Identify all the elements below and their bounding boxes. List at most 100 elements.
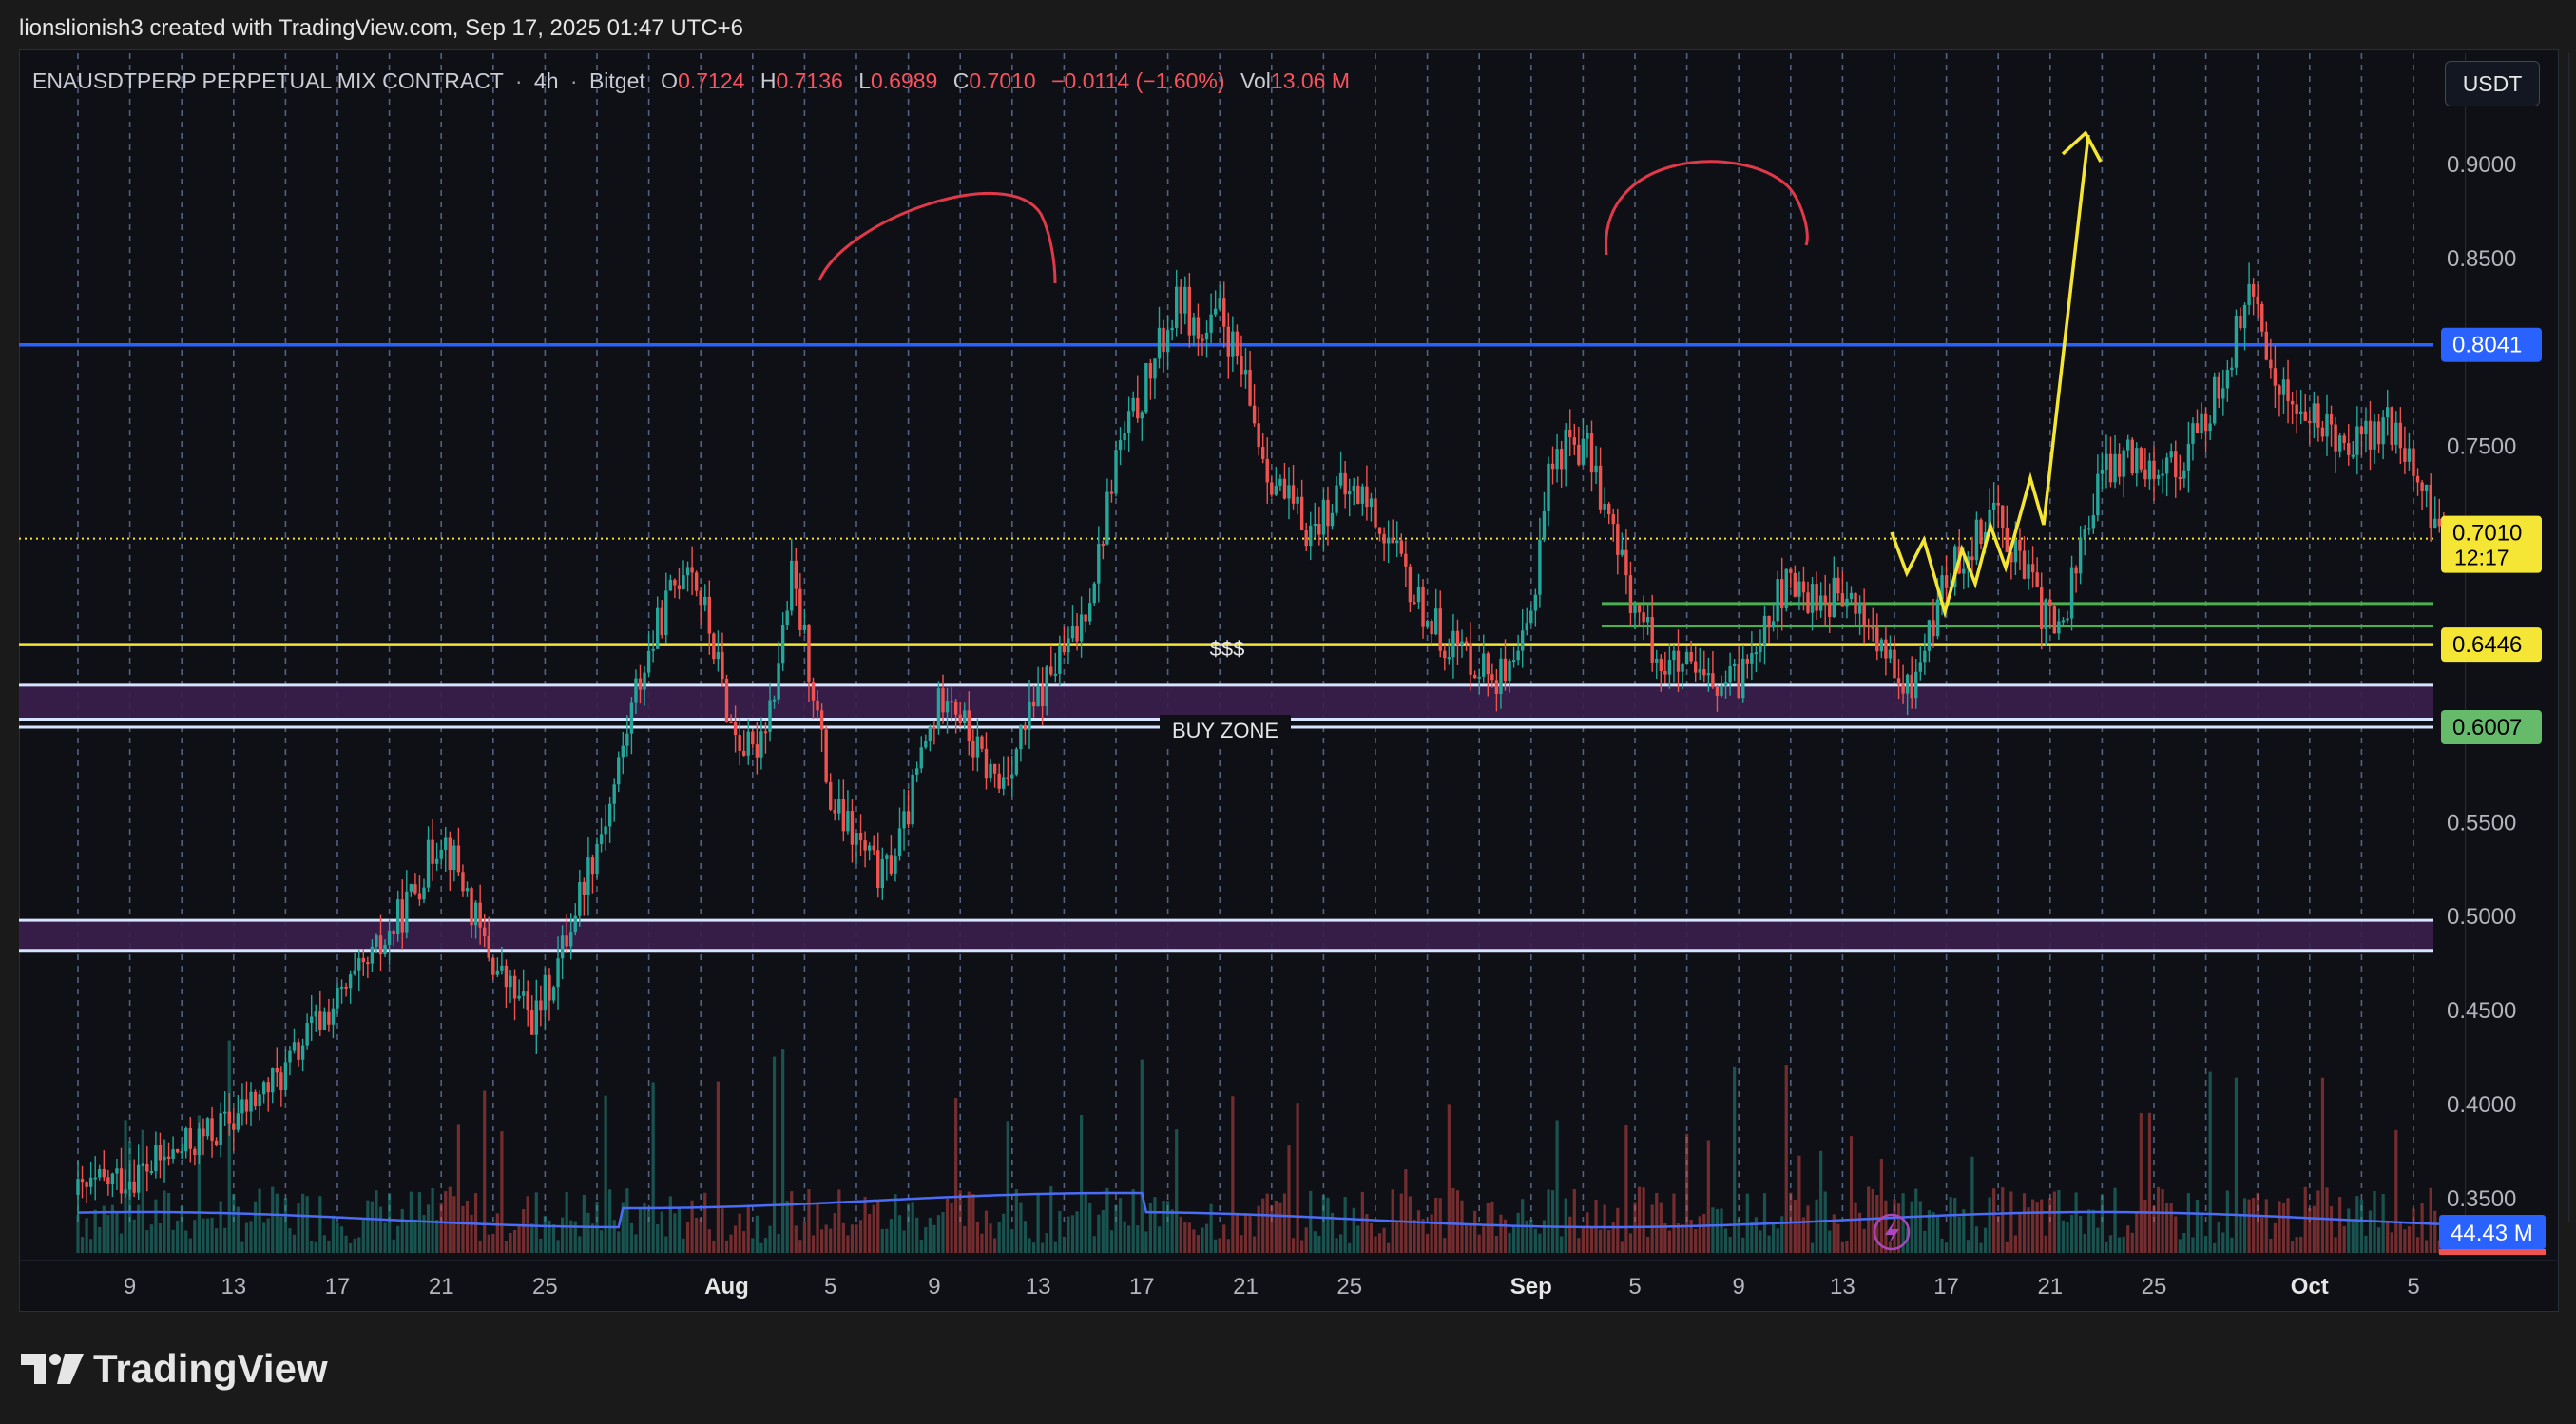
volume-bar [954, 1098, 958, 1253]
volume-bar [2252, 1198, 2256, 1253]
candle-body [1343, 472, 1347, 495]
volume-bar [872, 1204, 875, 1253]
candle-body [539, 1000, 543, 1011]
candle-body [2256, 296, 2259, 304]
volume-bar [327, 1240, 331, 1253]
candle-body [318, 1011, 322, 1030]
volume-bar [971, 1193, 975, 1253]
volume-bar [858, 1220, 863, 1253]
volume-bar [742, 1231, 746, 1253]
volume-bar [1945, 1242, 1949, 1253]
volume-bar [1192, 1229, 1196, 1253]
volume-bar [1953, 1197, 1957, 1253]
candle-body [721, 652, 724, 680]
volume-bar [219, 1201, 222, 1253]
volume-bar [1382, 1227, 1386, 1253]
volume-bar [301, 1193, 305, 1253]
currency-button[interactable]: USDT [2445, 61, 2540, 106]
volume-bar [2415, 1237, 2420, 1253]
candle-body [444, 837, 448, 850]
volume-bar [707, 1229, 711, 1253]
volume-bar [656, 1223, 660, 1253]
candle-body [1645, 617, 1650, 623]
candle-body [1767, 615, 1771, 628]
candle-body [733, 722, 738, 736]
candle-body [1823, 595, 1827, 604]
volume-bar [2087, 1209, 2091, 1253]
price-chart[interactable]: $$$ BUY ZONE 0.9000 0.8500 0.7500 0.5500 0.500… [0, 0, 2576, 1331]
volume-bar [1711, 1207, 1715, 1253]
volume-bar [409, 1191, 413, 1253]
volume-bar [586, 1212, 590, 1253]
candle-body [1529, 610, 1533, 624]
volume-bar [1620, 1241, 1624, 1253]
volume-bar [1616, 1207, 1620, 1253]
volume-bar [2242, 1198, 2247, 1253]
volume-bar [509, 1232, 512, 1253]
candle-body [816, 700, 819, 711]
volume-bar [1187, 1222, 1191, 1253]
volume-bar [435, 1220, 439, 1253]
volume-bar [2278, 1201, 2281, 1253]
candle-body [2091, 515, 2095, 529]
volume-bar [158, 1222, 163, 1253]
candle-body [1927, 620, 1932, 651]
candle-body [292, 1042, 297, 1051]
candle-body [807, 625, 811, 683]
volume-bar [1157, 1226, 1162, 1253]
volume-bar [1088, 1203, 1092, 1253]
candle-body [1248, 369, 1252, 406]
volume-bar [1888, 1242, 1893, 1253]
price-tag-label: 0.6007 [2452, 715, 2522, 741]
candle-body [1789, 568, 1793, 573]
candle-body [846, 811, 850, 832]
candle-body [980, 736, 984, 749]
volume-bar [885, 1228, 889, 1253]
candle-body [858, 833, 863, 841]
candle-body [1231, 331, 1235, 357]
volume-bar [1109, 1230, 1114, 1253]
volume-bar [344, 1235, 348, 1253]
volume-bar [2320, 1077, 2325, 1253]
candle-body [755, 744, 759, 758]
volume-bar [556, 1240, 560, 1253]
symbol-name[interactable]: ENAUSDTPERP PERPETUAL MIX CONTRACT [32, 68, 503, 93]
candle-body [1369, 498, 1374, 508]
candle-body [716, 652, 721, 660]
candle-body [569, 932, 573, 947]
candle-body [2325, 414, 2329, 437]
candle-body [163, 1156, 166, 1161]
candle-body [1270, 482, 1274, 495]
volume-bar [1914, 1188, 1918, 1253]
volume-bar [93, 1209, 97, 1253]
volume-bar [2096, 1227, 2100, 1253]
volume-bar [232, 1194, 236, 1253]
interval-label[interactable]: 4h [534, 68, 559, 93]
candle-body [1516, 650, 1520, 661]
volume-bar [2069, 1214, 2074, 1253]
candle-body [1698, 669, 1701, 673]
volume-bar [1983, 1227, 1988, 1253]
candle-body [2230, 367, 2234, 371]
candle-body [2074, 567, 2078, 574]
volume-bar [456, 1124, 460, 1253]
y-tick-label: 0.5000 [2447, 904, 2516, 930]
volume-bar [617, 1231, 621, 1253]
candle-body [2203, 413, 2208, 432]
candle-body [2290, 400, 2295, 405]
x-tick-label: 13 [221, 1274, 246, 1299]
candle-body [2213, 376, 2217, 424]
candle-body [2251, 283, 2256, 297]
x-tick-label: 9 [124, 1274, 136, 1299]
candle-body [651, 648, 655, 651]
candle-body [1309, 525, 1313, 547]
volume-bar [721, 1208, 724, 1253]
candle-body [158, 1145, 163, 1161]
volume-bar [716, 1081, 720, 1253]
volume-bar [2420, 1203, 2424, 1253]
candle-body [1568, 429, 1572, 438]
volume-bar [1140, 1059, 1144, 1253]
candle-body [841, 799, 846, 832]
volume-bar [89, 1239, 93, 1253]
candle-body [772, 699, 777, 702]
